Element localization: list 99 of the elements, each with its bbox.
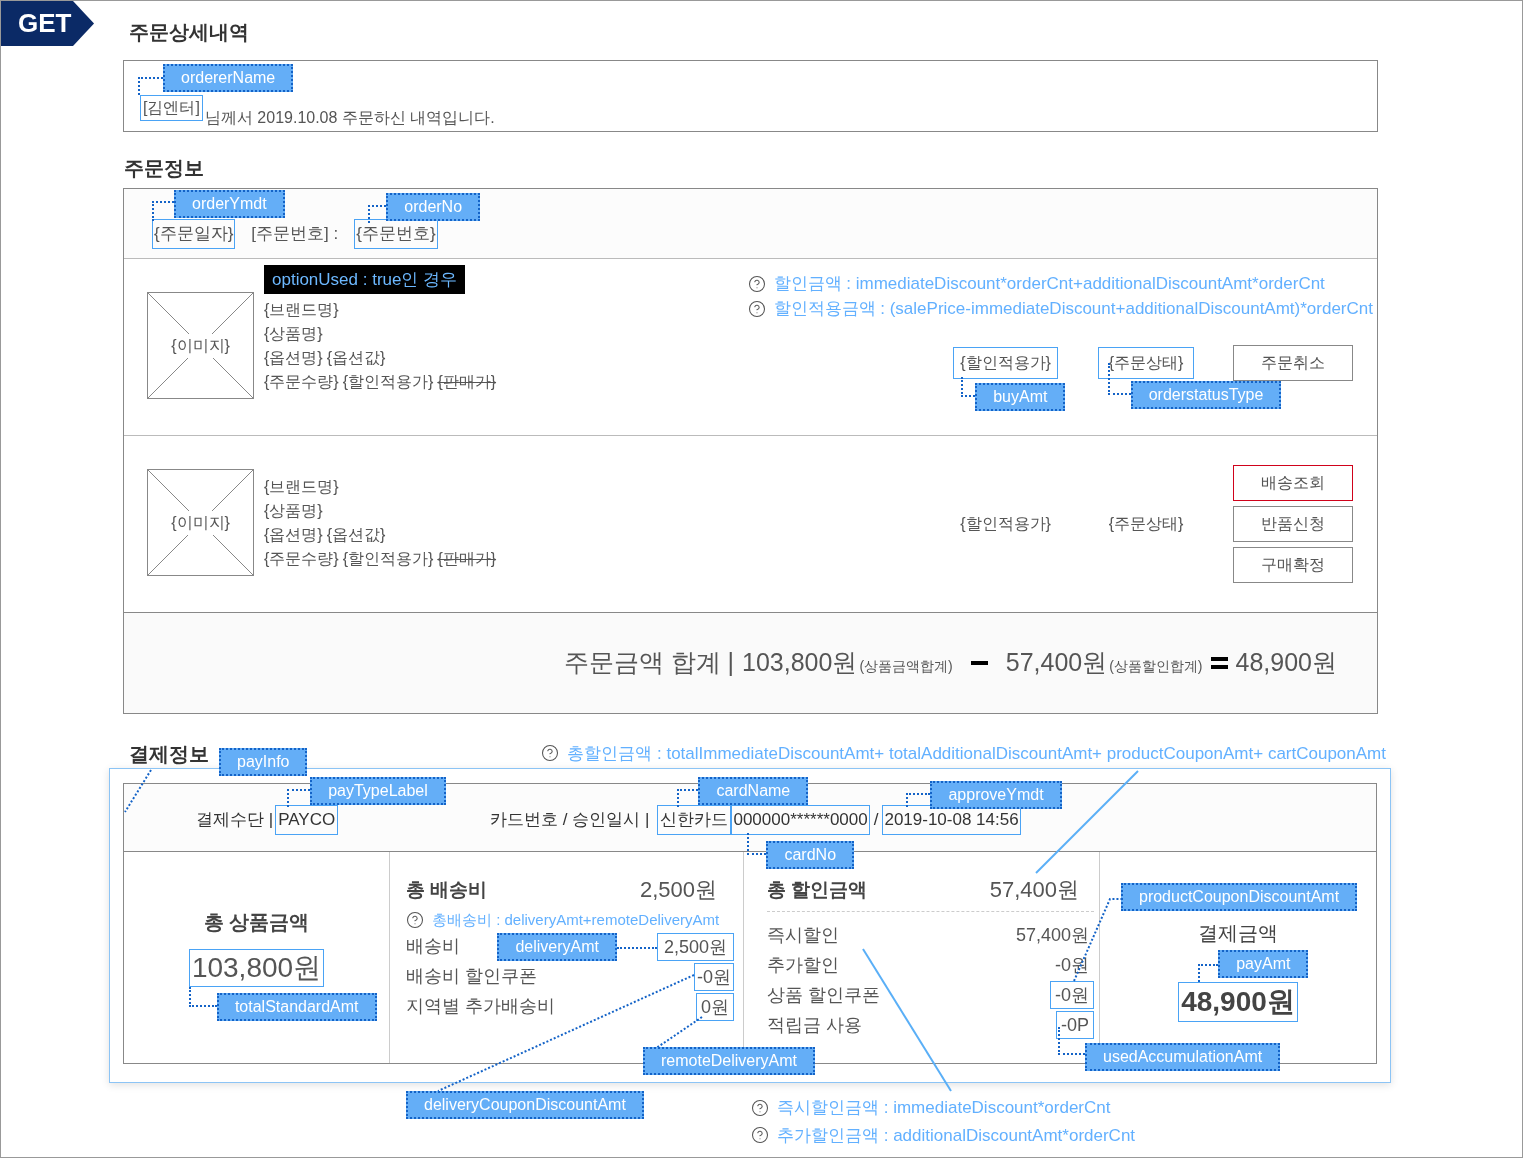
image-label: {이미지}	[169, 333, 232, 358]
help-icon	[747, 299, 766, 318]
leader-line	[123, 770, 153, 812]
row-value: -0원	[1050, 981, 1094, 1009]
summary-label: 주문금액 합계 |	[563, 647, 735, 679]
option-name: {옵션명}	[264, 348, 323, 368]
order-date: {주문일자}	[152, 219, 236, 249]
annotation-tag: deliveryAmt	[497, 932, 617, 961]
card-label: 카드번호 / 승인일시 |	[490, 808, 650, 831]
pay-type: PAYCO	[275, 804, 339, 835]
summary-discount: 57,400원	[1005, 647, 1108, 679]
annotation-tag: orderNo	[386, 193, 481, 221]
row-label: 상품 할인쿠폰	[767, 983, 880, 1007]
help-icon	[751, 1126, 769, 1145]
list-price: {판매가}	[437, 549, 497, 569]
row-label: 배송비 할인쿠폰	[406, 965, 537, 988]
option-value: {옵션값}	[326, 348, 386, 368]
separator-text: /	[873, 808, 879, 831]
annotation-tag: payInfo	[219, 748, 308, 776]
summary-note: (상품금액합계)	[859, 657, 953, 676]
annotation-tag: buyAmt	[975, 383, 1066, 411]
summary-total: 103,800원	[742, 647, 858, 679]
annotation-tag: deliveryCouponDiscountAmt	[406, 1090, 644, 1119]
row-label: 추가할인	[767, 953, 839, 977]
card-number: 000000******0000	[731, 804, 870, 835]
annotation-tag: usedAccumulationAmt	[1085, 1043, 1281, 1071]
action-button[interactable]: 주문취소	[1233, 345, 1353, 381]
brand-name: {브랜드명}	[264, 477, 340, 497]
action-button[interactable]: 배송조회	[1233, 465, 1353, 501]
row-label: 적립금 사용	[767, 1013, 862, 1037]
help-icon	[406, 911, 424, 930]
card-name: 신한카드	[657, 804, 732, 835]
row-value: -0원	[694, 962, 734, 991]
column-title: 총 배송비	[406, 877, 488, 902]
row-value: 57,400원	[1015, 923, 1090, 947]
row-value: -0원	[1055, 953, 1090, 977]
annotation-tag: orderstatusType	[1130, 381, 1282, 409]
annotation-tag: ordererName	[163, 64, 294, 92]
summary-note: (상품할인합계)	[1109, 657, 1203, 676]
row-label: 지역별 추가배송비	[406, 995, 555, 1018]
product-name: {상품명}	[264, 324, 324, 344]
action-button[interactable]: 반품신청	[1233, 506, 1353, 542]
annotation-tag: approveYmdt	[930, 780, 1062, 809]
annotation-tag: payAmt	[1218, 950, 1309, 978]
order-quantity: {주문수량}	[264, 549, 339, 569]
formula-note: 할인금액 : immediateDiscount*orderCnt+additionalDiscountAmt*orderCnt	[773, 273, 1325, 295]
brand-name: {브랜드명}	[264, 300, 340, 320]
order-quantity: {주문수량}	[264, 372, 339, 392]
annotation-tag: payTypeLabel	[310, 776, 446, 805]
order-status: {주문상태}	[1097, 347, 1195, 379]
row-value: -0P	[1056, 1011, 1094, 1039]
annotation-tag: productCouponDiscountAmt	[1121, 883, 1358, 911]
annotation-tag: cardNo	[766, 840, 855, 869]
product-name: {상품명}	[264, 501, 324, 521]
help-icon	[747, 274, 766, 293]
sale-price: {할인적용가}	[342, 549, 434, 569]
formula-note: 추가할인금액 : additionalDiscountAmt*orderCnt	[777, 1124, 1136, 1147]
column-title: 총 상품금액	[203, 910, 310, 935]
discount-total: 57,400원	[988, 876, 1080, 904]
annotation-tag: totalStandardAmt	[216, 993, 377, 1021]
product-total: 103,800원	[188, 949, 325, 987]
orderer-name: [김엔터]	[140, 95, 203, 121]
section-title: 결제정보	[129, 743, 209, 765]
formula-note: 총할인금액 : totalImmediateDiscountAmt+ totalAdditionalDiscountAmt+ productCouponAmt+ cartCouponAmt	[567, 742, 1386, 765]
column-title: 결제금액	[1198, 921, 1278, 946]
annotation-tag: orderYmdt	[174, 190, 285, 218]
sale-price: {할인적용가}	[342, 372, 434, 392]
summary-result: 48,900원	[1235, 647, 1337, 679]
order-message: 님께서 2019.10.08 주문하신 내역입니다.	[204, 108, 495, 128]
row-value: 2,500원	[656, 932, 734, 961]
order-status: {주문상태}	[1107, 514, 1185, 534]
method-badge: GET	[1, 1, 94, 46]
row-label: 배송비	[406, 935, 460, 958]
order-number-label: [주문번호] :	[251, 223, 339, 245]
discount-price: {할인적용가}	[953, 347, 1058, 379]
section-title: 주문상세내역	[129, 20, 250, 45]
equals-icon	[1210, 657, 1228, 669]
image-label: {이미지}	[169, 510, 232, 535]
pay-amount: 48,900원	[1178, 982, 1298, 1022]
delivery-total: 2,500원	[638, 876, 718, 904]
formula-note: 총배송비 : deliveryAmt+remoteDeliveryAmt	[432, 910, 720, 930]
row-label: 즉시할인	[767, 923, 839, 947]
section-title: 주문정보	[124, 156, 205, 181]
column-title: 총 할인금액	[767, 877, 868, 902]
annotation-tag: remoteDeliveryAmt	[643, 1046, 815, 1075]
formula-note: 할인적용금액 : (salePrice-immediateDiscount+additionalDiscountAmt)*orderCnt	[773, 298, 1373, 320]
help-icon	[541, 744, 560, 763]
help-icon	[751, 1098, 769, 1117]
minus-icon	[970, 661, 988, 665]
list-price: {판매가}	[437, 372, 497, 392]
pay-type-label: 결제수단 |	[196, 808, 274, 831]
annotation-tag: cardName	[698, 776, 809, 805]
option-name: {옵션명}	[264, 525, 323, 545]
discount-price: {할인적용가}	[959, 514, 1052, 534]
action-button[interactable]: 구매확정	[1233, 547, 1353, 583]
formula-note: 즉시할인금액 : immediateDiscount*orderCnt	[777, 1097, 1111, 1119]
row-value: 0원	[696, 992, 734, 1021]
option-value: {옵션값}	[326, 525, 386, 545]
condition-label: optionUsed : true인 경우	[264, 265, 466, 294]
